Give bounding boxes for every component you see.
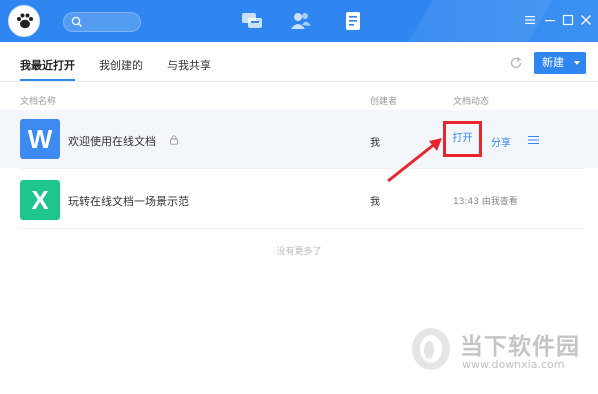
- paw-logo-icon: [17, 13, 33, 29]
- new-button-label: 新建: [542, 56, 564, 69]
- watermark-logo-icon: [412, 328, 450, 370]
- chat-icon[interactable]: [241, 11, 263, 31]
- excel-sheet-icon: X: [20, 180, 60, 220]
- title-bar: [0, 0, 598, 42]
- open-button[interactable]: 打开: [443, 121, 482, 157]
- refresh-icon[interactable]: [509, 56, 523, 70]
- word-doc-icon: W: [20, 119, 60, 159]
- maximize-icon[interactable]: [562, 14, 574, 26]
- file-name[interactable]: 欢迎使用在线文档: [68, 133, 156, 149]
- file-status: 13:43 由我查看: [453, 197, 518, 207]
- creator: 我: [370, 197, 380, 208]
- menu-icon[interactable]: [524, 14, 536, 26]
- new-button[interactable]: 新建: [534, 52, 586, 74]
- tab-created[interactable]: 我创建的: [99, 57, 143, 81]
- minimize-icon[interactable]: [544, 14, 556, 26]
- file-name[interactable]: 玩转在线文档一场景示范: [68, 193, 189, 209]
- documents-icon[interactable]: [343, 11, 365, 31]
- tab-recent[interactable]: 我最近打开: [20, 57, 75, 81]
- avatar[interactable]: [8, 5, 40, 37]
- chevron-down-icon: [574, 61, 580, 65]
- watermark-url: www.downxia.com: [462, 358, 565, 371]
- search-input[interactable]: [63, 12, 141, 32]
- contacts-icon[interactable]: [290, 11, 312, 31]
- column-header-name: 文档名称: [20, 97, 57, 107]
- lock-icon: [170, 135, 178, 145]
- more-menu-icon[interactable]: [528, 135, 539, 145]
- search-icon: [71, 16, 82, 27]
- creator: 我: [370, 138, 380, 149]
- divider: [20, 168, 584, 169]
- no-more-text: 没有更多了: [276, 247, 322, 257]
- divider: [20, 228, 584, 229]
- tab-shared[interactable]: 与我共享: [167, 57, 211, 81]
- tab-bar: 我最近打开 我创建的 与我共享: [20, 57, 211, 81]
- share-button[interactable]: 分享: [491, 134, 511, 149]
- divider: [0, 81, 598, 82]
- column-header-creator: 创建者: [370, 97, 398, 107]
- watermark-title: 当下软件园: [460, 334, 580, 360]
- annotation-arrow-icon: [387, 138, 442, 183]
- column-header-activity: 文档动态: [453, 97, 490, 107]
- title-bar-decoration: [392, 0, 564, 42]
- close-icon[interactable]: [580, 14, 592, 26]
